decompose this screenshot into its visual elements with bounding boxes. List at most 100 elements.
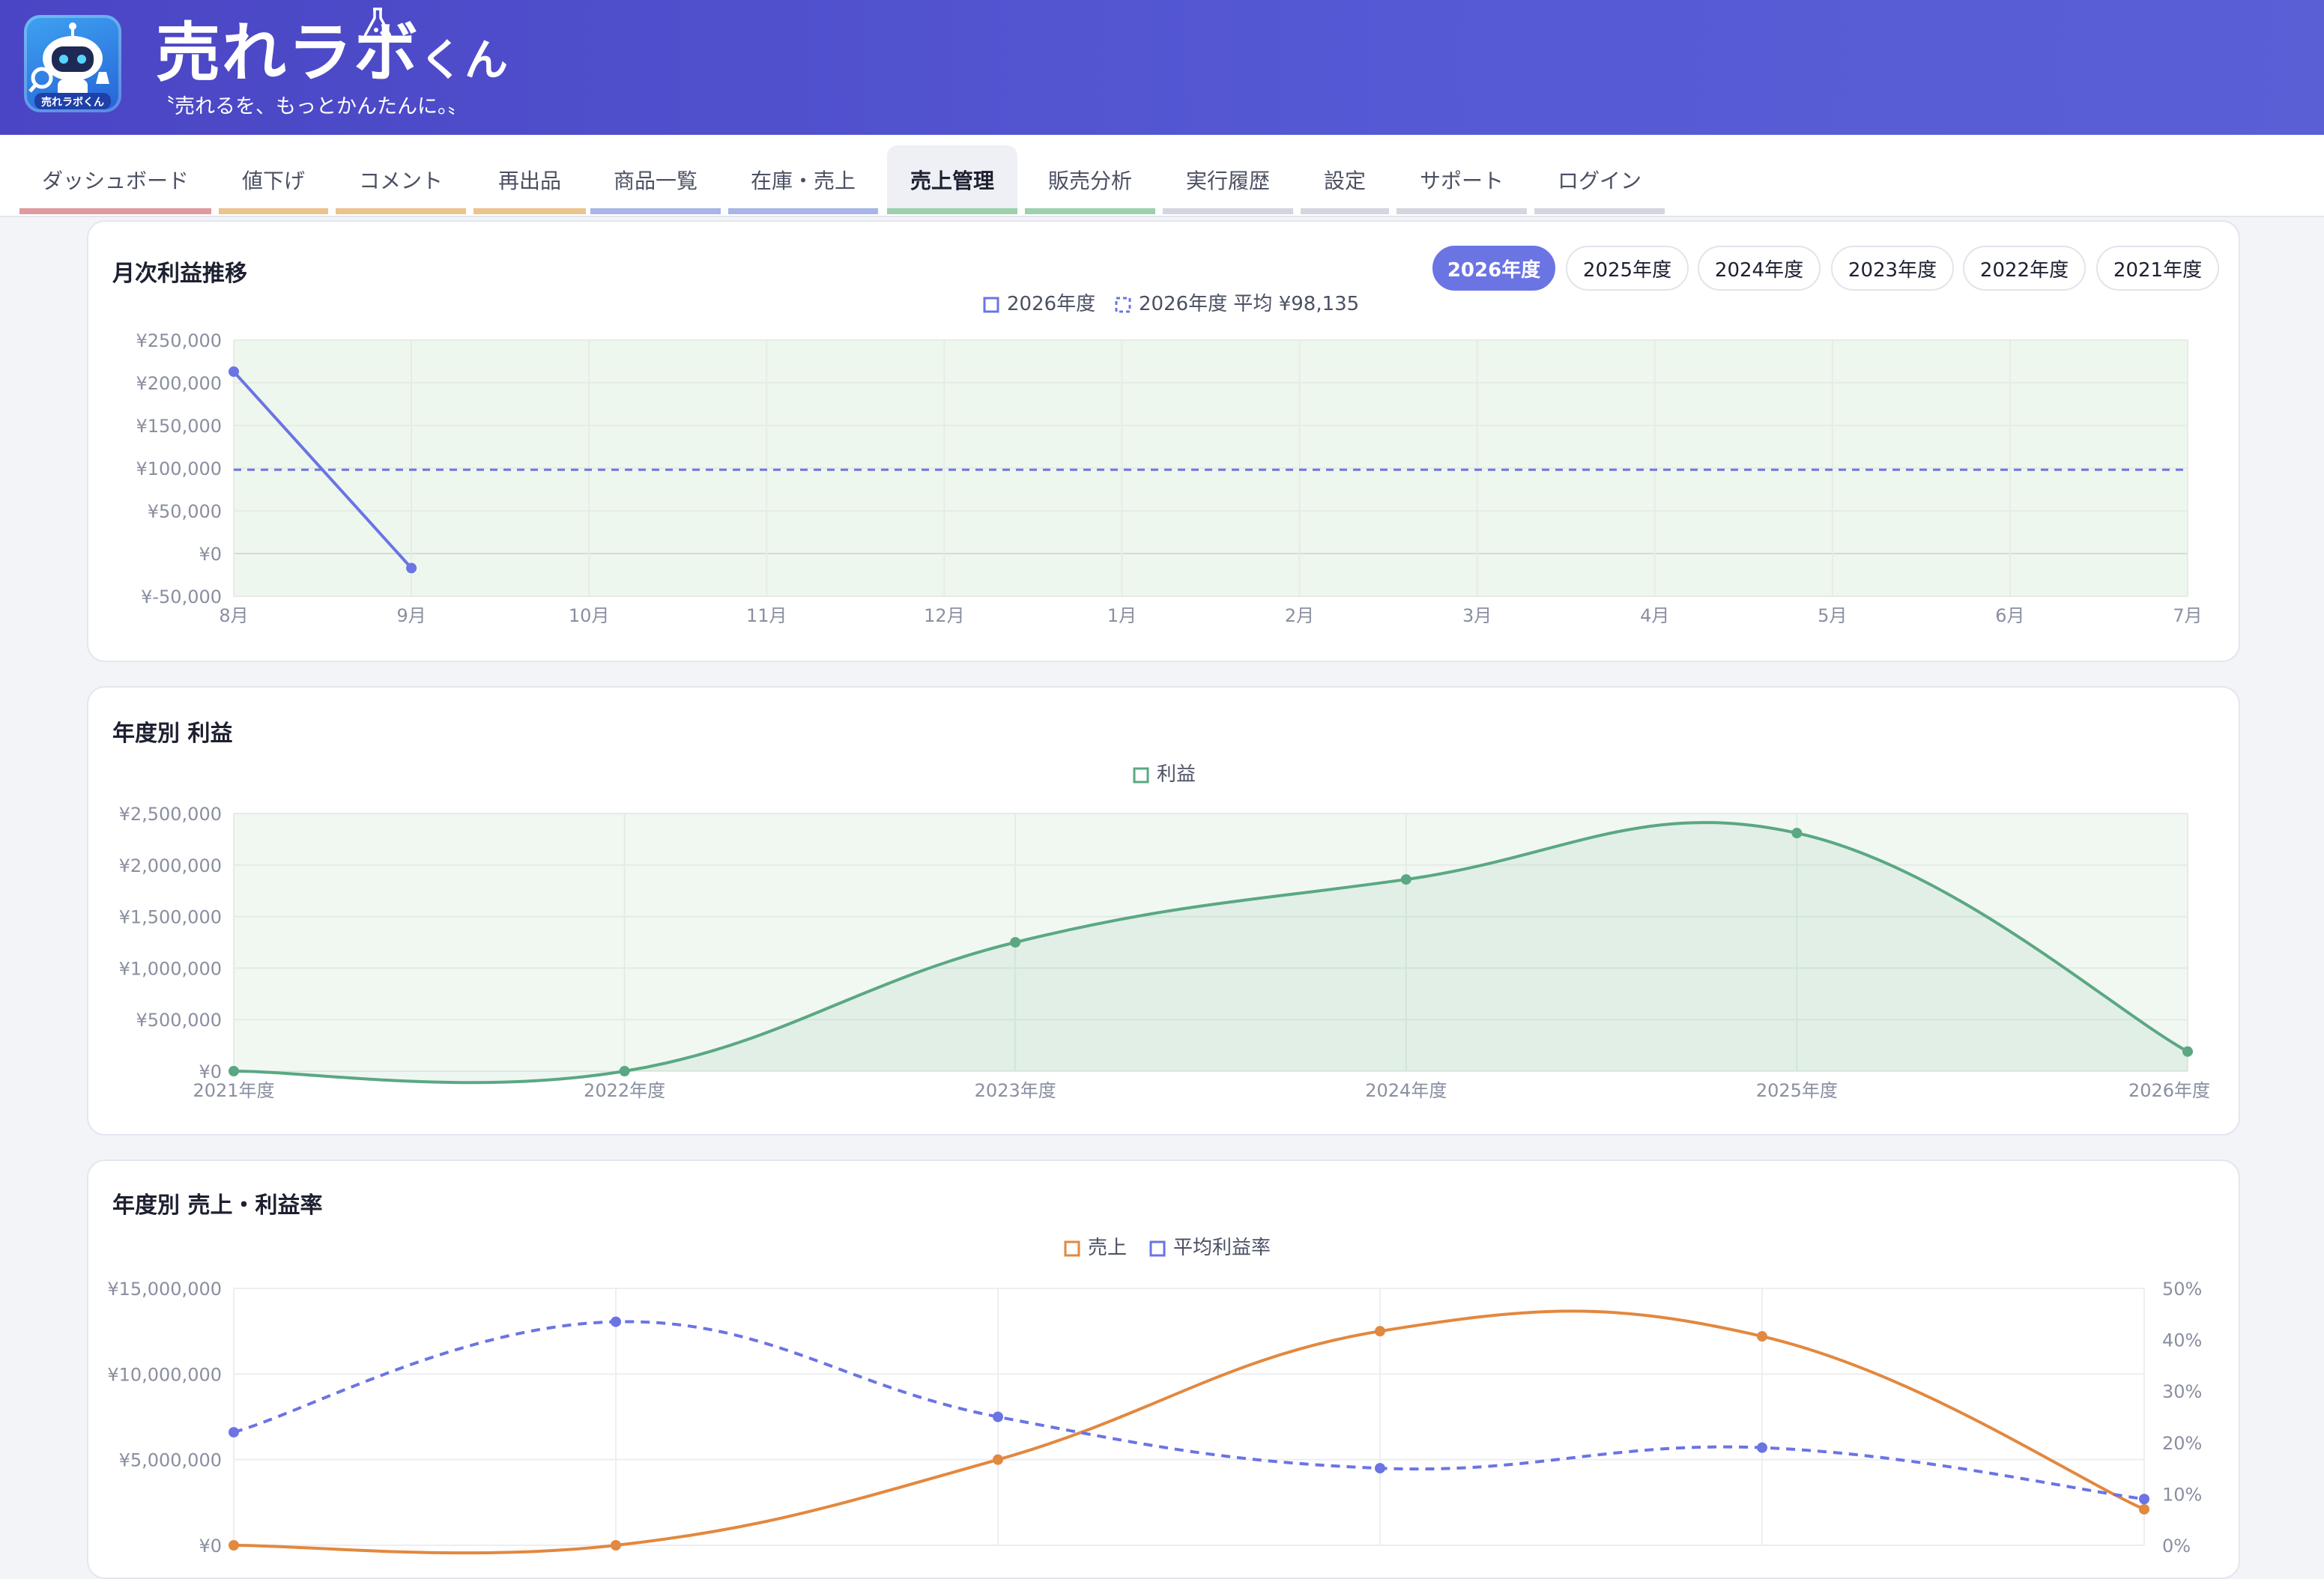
y-tick-label: ¥1,500,000	[119, 907, 222, 928]
tab-label: 設定	[1323, 169, 1366, 193]
y-tick-label-left: ¥10,000,000	[107, 1364, 222, 1385]
data-point	[1791, 828, 1803, 839]
y-tick-label: ¥1,000,000	[119, 958, 222, 979]
legend-label: 2026年度	[1007, 293, 1095, 315]
tab-color-bar	[1301, 208, 1389, 214]
tab-color-bar	[219, 208, 328, 214]
y-tick-label-left: ¥5,000,000	[119, 1450, 222, 1471]
main-nav: ダッシュボード 値下げ コメント 再出品 商品一覧 在庫・売上 売上管理 販売分…	[0, 135, 2324, 217]
tab-color-bar	[1163, 208, 1293, 214]
y-tick-label-left: ¥15,000,000	[107, 1279, 222, 1300]
tab-color-bar	[1534, 208, 1665, 214]
monthly-profit-chart: ¥250,000 ¥200,000 ¥150,000 ¥100,000 ¥50,000 ¥…	[136, 293, 2202, 626]
tab-color-bar	[336, 208, 466, 214]
x-tick-label: 11月	[746, 605, 787, 626]
tab-label: ダッシュボード	[41, 169, 189, 193]
y-tick-label-right: 40%	[2162, 1330, 2202, 1351]
x-tick-label: 5月	[1818, 605, 1847, 626]
brand-title: 売れラボくん	[156, 12, 509, 101]
data-point	[619, 1066, 630, 1076]
yearly-sales-margin-chart: ¥15,000,000 ¥10,000,000 ¥5,000,000 ¥0 50% 40%…	[107, 1237, 2202, 1557]
x-tick-label: 8月	[219, 605, 248, 626]
x-tick-label: 3月	[1462, 605, 1492, 626]
sales-point	[993, 1454, 1003, 1465]
margin-point	[993, 1411, 1003, 1422]
tab-color-bar	[590, 208, 721, 214]
tab-sales-analysis[interactable]: 販売分析	[1025, 145, 1155, 214]
data-point	[1010, 937, 1021, 948]
y-tick-label: ¥-50,000	[141, 587, 222, 607]
tab-label: 商品一覧	[613, 169, 697, 193]
tab-sales-management[interactable]: 売上管理	[887, 145, 1017, 214]
sales-point	[2139, 1503, 2149, 1515]
margin-point	[2139, 1494, 2149, 1505]
tab-comment[interactable]: コメント	[336, 145, 466, 214]
legend-swatch	[1149, 1240, 1166, 1257]
icon-label: 売れラボくん	[41, 96, 104, 109]
tab-color-bar	[887, 208, 1017, 214]
data-point	[1400, 874, 1411, 885]
legend-label: 平均利益率	[1173, 1237, 1271, 1259]
x-tick-label: 9月	[396, 605, 426, 626]
y-tick-label-right: 30%	[2162, 1381, 2202, 1402]
tab-inventory-sales[interactable]: 在庫・売上	[728, 145, 878, 214]
x-tick-label: 12月	[924, 605, 965, 626]
tab-color-bar	[728, 208, 878, 214]
y-tick-label: ¥150,000	[136, 416, 222, 437]
tab-label: 販売分析	[1047, 169, 1132, 193]
legend-swatch	[1133, 767, 1149, 784]
margin-point	[611, 1316, 621, 1327]
tab-color-bar	[1396, 208, 1527, 214]
data-point	[229, 1066, 239, 1076]
legend-swatch	[1064, 1240, 1080, 1257]
margin-point	[1375, 1463, 1385, 1474]
y-tick-label-right: 10%	[2162, 1484, 2202, 1505]
y-tick-label: ¥100,000	[136, 458, 222, 479]
y-tick-label: ¥50,000	[148, 501, 222, 522]
y-tick-label: ¥2,000,000	[119, 855, 222, 876]
y-tick-label-right: 20%	[2162, 1433, 2202, 1454]
tab-dashboard[interactable]: ダッシュボード	[19, 145, 211, 214]
tab-label: サポート	[1419, 169, 1504, 193]
brand-title-small: くん	[420, 34, 510, 85]
x-tick-label: 2024年度	[1365, 1080, 1447, 1101]
x-tick-label: 2月	[1285, 605, 1314, 626]
legend-label: 利益	[1157, 763, 1196, 786]
x-tick-label: 10月	[569, 605, 610, 626]
sales-point	[1375, 1326, 1385, 1337]
legend-swatch	[1115, 297, 1131, 313]
robot-mascot-icon: 売れラボくん	[28, 22, 111, 109]
x-tick-label: 2026年度	[2128, 1080, 2210, 1101]
y-tick-label: ¥250,000	[136, 330, 222, 351]
x-tick-label: 2023年度	[975, 1080, 1056, 1101]
tab-product-list[interactable]: 商品一覧	[590, 145, 721, 214]
margin-point	[1757, 1442, 1767, 1453]
app-header: 売れラボくん 売れラボくん 〝売れるを、もっとかんたんに。〟	[0, 0, 2324, 135]
y-tick-label: ¥0	[199, 1061, 222, 1082]
tab-color-bar	[473, 208, 586, 214]
tab-relist[interactable]: 再出品	[473, 145, 586, 214]
x-tick-label: 4月	[1640, 605, 1669, 626]
tab-support[interactable]: サポート	[1396, 145, 1527, 214]
y-tick-label: ¥2,500,000	[119, 804, 222, 825]
yearly-profit-chart: ¥2,500,000 ¥2,000,000 ¥1,500,000 ¥1,000,000…	[119, 763, 2210, 1101]
tab-label: 売上管理	[910, 169, 994, 193]
data-point	[406, 563, 417, 574]
tab-label: コメント	[358, 169, 443, 193]
tab-settings[interactable]: 設定	[1301, 145, 1389, 214]
y-tick-label: ¥500,000	[136, 1010, 222, 1031]
tab-label: 在庫・売上	[750, 169, 856, 193]
legend-label: 2026年度 平均 ¥98,135	[1139, 293, 1359, 315]
x-tick-label: 7月	[2173, 605, 2202, 626]
tab-execution-history[interactable]: 実行履歴	[1163, 145, 1293, 214]
app-logo-icon[interactable]: 売れラボくん	[24, 15, 121, 112]
x-tick-label: 6月	[1995, 605, 2024, 626]
x-tick-label: 2025年度	[1756, 1080, 1838, 1101]
y-tick-label-right: 0%	[2162, 1536, 2191, 1557]
y-tick-label-left: ¥0	[199, 1536, 222, 1557]
margin-line	[233, 1320, 2145, 1501]
tab-login[interactable]: ログイン	[1534, 145, 1665, 214]
tab-price-down[interactable]: 値下げ	[219, 145, 328, 214]
tab-label: 実行履歴	[1185, 169, 1270, 193]
tagline: 〝売れるを、もっとかんたんに。〟	[154, 95, 468, 118]
